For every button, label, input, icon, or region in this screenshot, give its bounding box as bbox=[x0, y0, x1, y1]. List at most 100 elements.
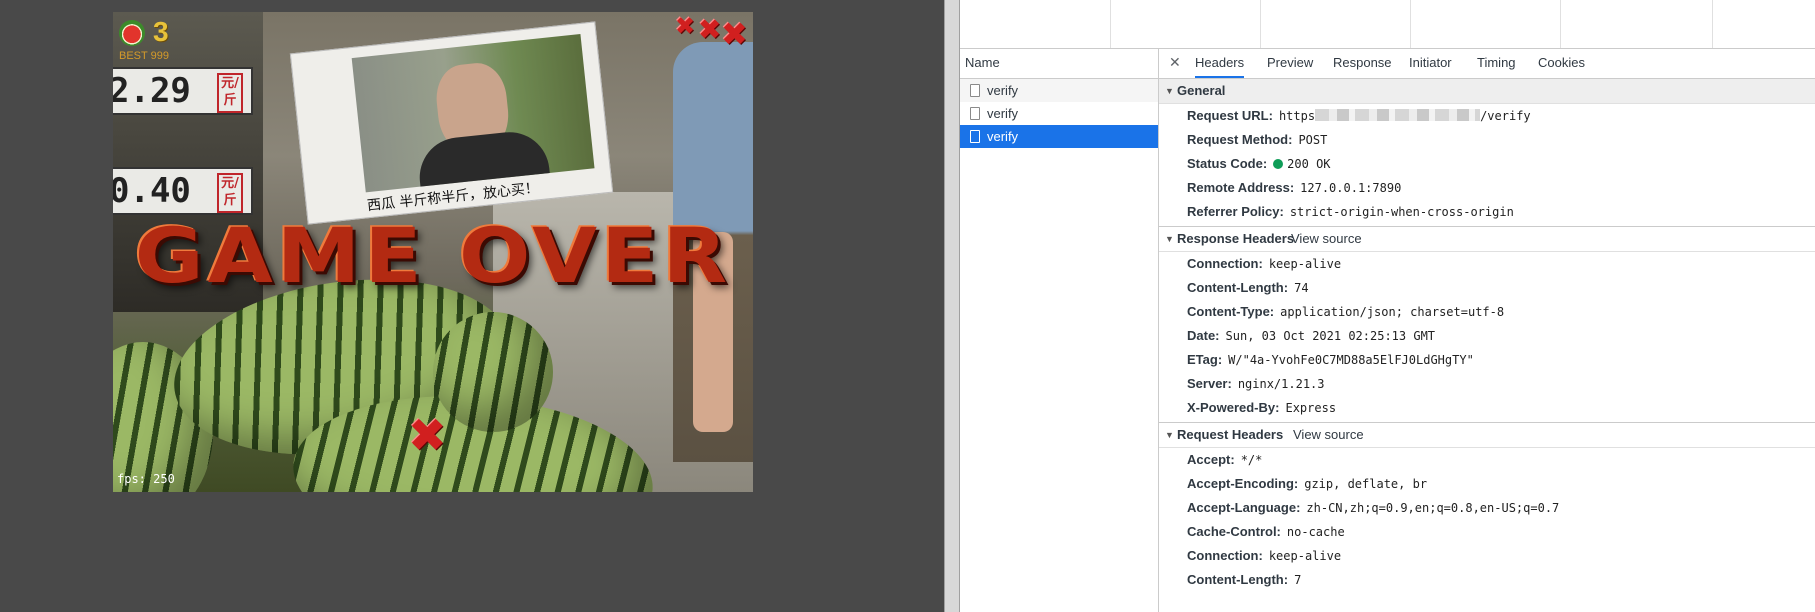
header-value: gzip, deflate, br bbox=[1304, 477, 1428, 491]
request-details: ✕ Headers Preview Response Initiator Tim… bbox=[1159, 48, 1815, 612]
request-headers-section-header[interactable]: ▼ Request Headers View source bbox=[1159, 423, 1815, 448]
header-key: Remote Address: bbox=[1187, 180, 1295, 195]
price-tag: 2.29 元/斤 bbox=[113, 67, 253, 115]
header-key: Content-Length: bbox=[1187, 572, 1289, 587]
waterfall-gridline bbox=[1560, 0, 1561, 48]
header-row: Content-Type: application/json; charset=u… bbox=[1159, 300, 1815, 324]
header-value: nginx/1.21.3 bbox=[1237, 377, 1325, 391]
section-title: Response Headers bbox=[1177, 231, 1295, 246]
tab-response[interactable]: Response bbox=[1333, 48, 1392, 78]
header-value: zh-CN,zh;q=0.9,en;q=0.8,en-US;q=0.7 bbox=[1306, 501, 1560, 515]
response-headers-section-header[interactable]: ▼ Response Headers View source bbox=[1159, 227, 1815, 252]
header-value: 74 bbox=[1294, 281, 1309, 295]
header-key: X-Powered-By: bbox=[1187, 400, 1280, 415]
section-title: Request Headers bbox=[1177, 427, 1284, 442]
request-name: verify bbox=[987, 129, 1019, 144]
document-icon bbox=[970, 130, 980, 143]
panel-resize-handle[interactable] bbox=[944, 0, 960, 612]
request-list: Name verify verify verify bbox=[960, 48, 1159, 612]
header-value: /verify bbox=[1480, 109, 1531, 123]
header-row: Cache-Control: no-cache bbox=[1159, 520, 1815, 544]
page-background: 2.29 元/斤 0.40 元/斤 西瓜 半斤称半斤，放心买！ GAME OVE… bbox=[0, 0, 944, 612]
request-row[interactable]: verify bbox=[960, 102, 1158, 125]
header-value: 200 OK bbox=[1287, 157, 1331, 171]
header-value: https bbox=[1278, 109, 1316, 123]
header-key: Request Method: bbox=[1187, 132, 1293, 147]
tab-headers[interactable]: Headers bbox=[1195, 48, 1245, 78]
game-canvas[interactable]: 2.29 元/斤 0.40 元/斤 西瓜 半斤称半斤，放心买！ GAME OVE… bbox=[113, 12, 753, 492]
tab-timing[interactable]: Timing bbox=[1477, 48, 1516, 78]
header-key: Date: bbox=[1187, 328, 1220, 343]
header-value: Sun, 03 Oct 2021 02:25:13 GMT bbox=[1225, 329, 1436, 343]
general-section-header[interactable]: ▼ General bbox=[1159, 79, 1815, 104]
collapse-triangle-icon: ▼ bbox=[1165, 430, 1174, 440]
header-key: Accept: bbox=[1187, 452, 1235, 467]
header-row: Date: Sun, 03 Oct 2021 02:25:13 GMT bbox=[1159, 324, 1815, 348]
best-score: BEST 999 bbox=[119, 50, 169, 62]
header-row: Accept: */* bbox=[1159, 448, 1815, 472]
price-unit: 元/斤 bbox=[217, 73, 243, 113]
header-row: Connection: keep-alive bbox=[1159, 252, 1815, 276]
score: 3 bbox=[153, 16, 169, 47]
header-key: Accept-Language: bbox=[1187, 500, 1301, 515]
details-tabbar: ✕ Headers Preview Response Initiator Tim… bbox=[1159, 48, 1815, 79]
header-key: Content-Length: bbox=[1187, 280, 1289, 295]
network-waterfall bbox=[960, 0, 1815, 49]
waterfall-gridline bbox=[1712, 0, 1713, 48]
collapse-triangle-icon: ▼ bbox=[1165, 234, 1174, 244]
price-tag: 0.40 元/斤 bbox=[113, 167, 253, 215]
price-unit: 元/斤 bbox=[217, 173, 243, 213]
close-icon[interactable]: ✕ bbox=[1169, 54, 1181, 71]
header-row: Status Code: 200 OK bbox=[1159, 152, 1815, 176]
header-value: application/json; charset=utf-8 bbox=[1280, 305, 1505, 319]
collapse-triangle-icon: ▼ bbox=[1165, 86, 1174, 96]
tab-preview[interactable]: Preview bbox=[1267, 48, 1313, 78]
tab-cookies[interactable]: Cookies bbox=[1538, 48, 1585, 78]
header-key: Cache-Control: bbox=[1187, 524, 1281, 539]
header-row: X-Powered-By: Express bbox=[1159, 396, 1815, 420]
missed-fruit-x-icon: ✖ bbox=[408, 408, 447, 462]
header-value: */* bbox=[1240, 453, 1263, 467]
header-value: keep-alive bbox=[1268, 549, 1342, 563]
header-value: W/"4a-YvohFe0C7MD88a5ElFJ0LdGHgTY" bbox=[1228, 353, 1474, 367]
header-row: Server: nginx/1.21.3 bbox=[1159, 372, 1815, 396]
header-row: Connection: keep-alive bbox=[1159, 544, 1815, 568]
header-row: Request Method: POST bbox=[1159, 128, 1815, 152]
miss-x-icon: ✖ bbox=[675, 12, 696, 40]
header-value: Express bbox=[1285, 401, 1337, 415]
section-title: General bbox=[1177, 83, 1226, 98]
request-name: verify bbox=[987, 106, 1019, 121]
header-value: POST bbox=[1298, 133, 1328, 147]
price-value: 0.40 bbox=[113, 171, 191, 211]
miss-x-icon: ✖ bbox=[721, 15, 748, 53]
header-row: ETag: W/"4a-YvohFe0C7MD88a5ElFJ0LdGHgTY" bbox=[1159, 348, 1815, 372]
name-column-header[interactable]: Name bbox=[960, 48, 1158, 79]
header-key: Server: bbox=[1187, 376, 1232, 391]
header-key: Status Code: bbox=[1187, 156, 1268, 171]
devtools-network-panel: Name verify verify verify ✕ Headers Prev… bbox=[960, 0, 1815, 612]
header-row: Referrer Policy: strict-origin-when-cross… bbox=[1159, 200, 1815, 224]
header-key: ETag: bbox=[1187, 352, 1223, 367]
watermelon bbox=[433, 312, 553, 432]
poster: 西瓜 半斤称半斤，放心买！ bbox=[289, 21, 614, 225]
request-row[interactable]: verify bbox=[960, 79, 1158, 102]
view-source-link[interactable]: View source bbox=[1293, 423, 1364, 447]
tab-initiator[interactable]: Initiator bbox=[1409, 48, 1452, 78]
status-ok-icon bbox=[1273, 159, 1284, 169]
poster-photo bbox=[351, 34, 595, 193]
header-row: Accept-Encoding: gzip, deflate, br bbox=[1159, 472, 1815, 496]
request-name: verify bbox=[987, 83, 1019, 98]
document-icon bbox=[970, 84, 980, 97]
header-key: Accept-Encoding: bbox=[1187, 476, 1299, 491]
document-icon bbox=[970, 107, 980, 120]
request-row-selected[interactable]: verify bbox=[960, 125, 1158, 148]
header-value: keep-alive bbox=[1268, 257, 1342, 271]
header-value: 7 bbox=[1294, 573, 1302, 587]
header-key: Referrer Policy: bbox=[1187, 204, 1284, 219]
waterfall-gridline bbox=[1410, 0, 1411, 48]
header-value: strict-origin-when-cross-origin bbox=[1289, 205, 1514, 219]
game-over-title: GAME OVER bbox=[134, 211, 732, 301]
header-key: Request URL: bbox=[1187, 108, 1273, 123]
view-source-link[interactable]: View source bbox=[1291, 227, 1362, 251]
redacted-url bbox=[1315, 109, 1481, 121]
